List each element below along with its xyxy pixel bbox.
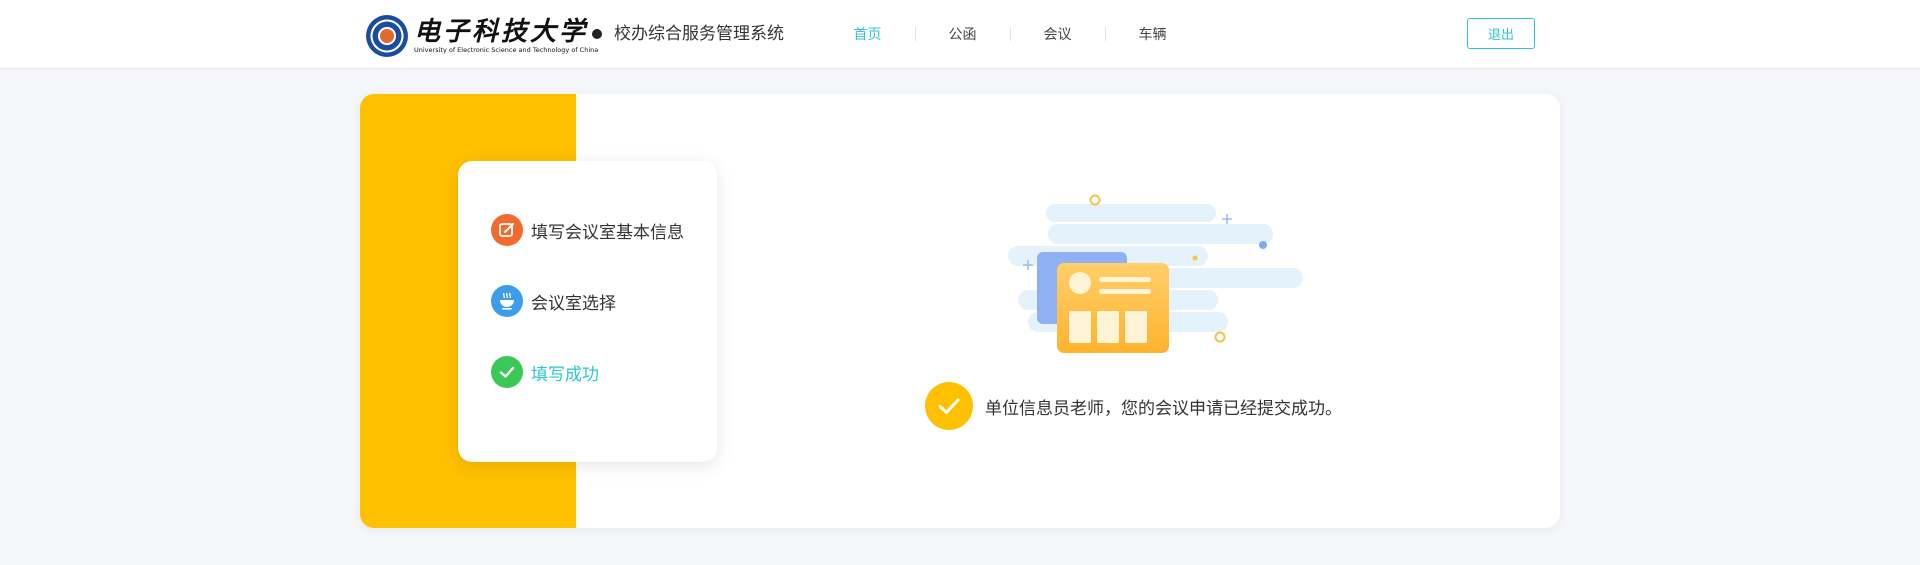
main-nav: 首页 公函 会议 车辆 — [820, 22, 1200, 46]
logout-button[interactable]: 退出 — [1467, 18, 1535, 49]
nav-vehicle[interactable]: 车辆 — [1105, 24, 1200, 44]
logo-name-cn: 电子科技大学 — [414, 16, 589, 47]
nav-official-letter[interactable]: 公函 — [915, 24, 1010, 44]
nav-home[interactable]: 首页 — [820, 24, 915, 44]
step-basic-info[interactable]: 填写会议室基本信息 — [491, 214, 684, 246]
title-dot — [592, 29, 602, 39]
step-room-select[interactable]: 会议室选择 — [491, 285, 616, 317]
success-illustration — [1008, 194, 1303, 353]
nav-meeting[interactable]: 会议 — [1010, 24, 1105, 44]
university-seal-icon — [366, 15, 408, 57]
check-icon — [925, 382, 973, 430]
logo-name-en: University of Electronic Science and Tec… — [414, 45, 599, 54]
check-circle-icon — [491, 356, 523, 388]
success-message: 单位信息员老师，您的会议申请已经提交成功。 — [925, 382, 1342, 430]
top-header: 电子科技大学 University of Electronic Science … — [0, 0, 1920, 69]
steps-panel: 填写会议室基本信息 会议室选择 填写成功 — [458, 161, 717, 462]
system-title: 校办综合服务管理系统 — [614, 24, 784, 44]
university-logo: 电子科技大学 University of Electronic Science … — [366, 13, 598, 59]
main-card: 填写会议室基本信息 会议室选择 填写成功 单位信息员老师，您的会议申请已经提交成… — [360, 94, 1560, 528]
step-label: 会议室选择 — [531, 293, 616, 314]
step-label: 填写成功 — [531, 364, 599, 385]
coffee-cup-icon — [491, 285, 523, 317]
success-message-text: 单位信息员老师，您的会议申请已经提交成功。 — [985, 398, 1342, 419]
step-label: 填写会议室基本信息 — [531, 222, 684, 243]
step-success[interactable]: 填写成功 — [491, 356, 599, 388]
edit-icon — [491, 214, 523, 246]
